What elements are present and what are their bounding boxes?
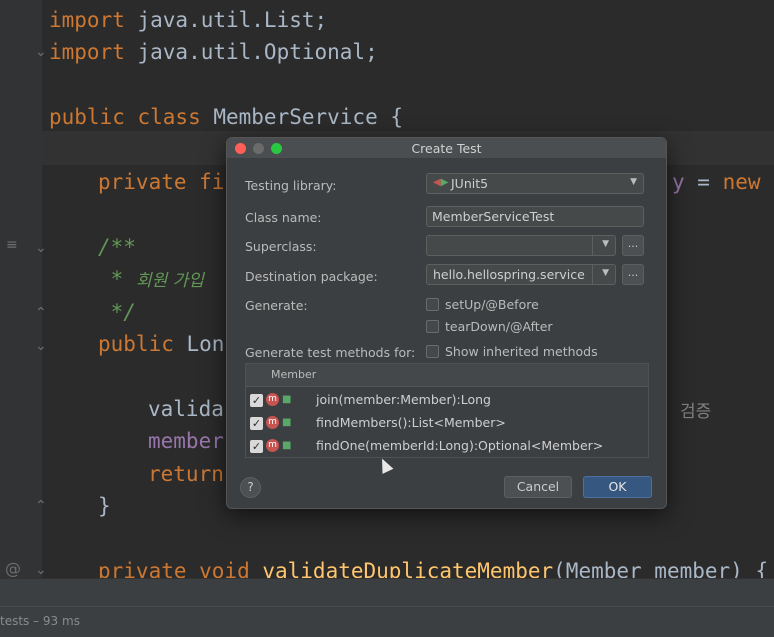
cancel-button[interactable]: Cancel — [504, 476, 572, 498]
code-text: (Member member) { — [553, 559, 769, 578]
code-line: return — [148, 462, 224, 486]
code-line: import java.util.List; — [49, 7, 327, 33]
code-line: member — [148, 429, 224, 453]
fold-icon[interactable]: ⌃ — [35, 305, 47, 321]
destination-package-value: hello.hellospring.service — [433, 267, 585, 282]
destination-package-select[interactable]: hello.hellospring.service ▼ — [426, 264, 616, 285]
table-row[interactable]: ✓ m ■ findOne(memberId:Long):Optional<Me… — [246, 435, 648, 458]
fold-icon[interactable]: ⌄ — [35, 338, 47, 354]
dialog-title: Create Test — [411, 141, 482, 156]
code-line: private fi — [98, 169, 224, 195]
code-line: valida — [148, 397, 224, 421]
divider — [592, 236, 593, 255]
class-name-field[interactable]: MemberServiceTest — [426, 206, 644, 227]
code-line: public Lon — [98, 331, 224, 357]
field-text: y — [672, 170, 685, 194]
tool-window-bar — [0, 578, 774, 607]
table-row[interactable]: ✓ m ■ findMembers():List<Member> — [246, 412, 648, 435]
chevron-down-icon: ▼ — [630, 177, 637, 187]
setup-checkbox[interactable] — [426, 298, 439, 311]
method-name: findOne(memberId:Long):Optional<Member> — [316, 438, 604, 453]
status-bar: tests – 93 ms — [0, 606, 774, 637]
help-button[interactable]: ? — [240, 477, 261, 498]
code-text: java.util.Optional; — [124, 40, 378, 64]
chevron-down-icon: ▼ — [602, 239, 609, 249]
method-icon: m — [266, 416, 279, 429]
code-line: } — [98, 494, 111, 518]
comment-korean: 회원 가입 — [135, 271, 204, 291]
code-text: { — [377, 105, 404, 129]
structure-icon: ≡ — [6, 237, 18, 253]
superclass-select[interactable]: ▼ — [426, 235, 616, 256]
column-header-member: Member — [271, 368, 317, 381]
code-text: = — [684, 170, 723, 194]
comment-text: * — [98, 267, 136, 291]
fold-icon[interactable]: ⌃ — [35, 498, 47, 514]
code-line: public class MemberService { — [49, 104, 403, 130]
methods-table: Member ✓ m ■ join(member:Member):Long ✓ … — [245, 363, 649, 458]
testing-library-label: Testing library: — [245, 178, 337, 193]
keyword: import — [49, 8, 125, 32]
show-inherited-label[interactable]: Show inherited methods — [445, 344, 598, 359]
junit-icon: ◀▶ — [433, 177, 449, 188]
code-text: Lon — [173, 332, 225, 356]
superclass-label: Superclass: — [245, 239, 317, 254]
method-icon: m — [266, 439, 279, 452]
public-lock-icon: ■ — [282, 417, 292, 428]
comment-korean: 검증 — [680, 402, 712, 422]
method-checkbox[interactable]: ✓ — [250, 440, 263, 453]
generate-label: Generate: — [245, 298, 308, 313]
ok-button[interactable]: OK — [583, 476, 652, 498]
method-checkbox[interactable]: ✓ — [250, 417, 263, 430]
create-test-dialog: Create Test Testing library: ◀▶ JUnit5 ▼… — [226, 137, 667, 509]
code-line: private void validateDuplicateMember(Mem… — [98, 558, 768, 578]
test-status[interactable]: tests – 93 ms — [0, 614, 80, 628]
editor-gutter: ⌄ ≡ ⌄ ⌃ ⌄ ⌃ @ ⌄ — [0, 0, 47, 578]
teardown-label[interactable]: tearDown/@After — [445, 319, 553, 334]
code-text: java.util.List; — [124, 8, 328, 32]
comment-line: */ — [98, 300, 136, 324]
keyword: private void — [98, 559, 250, 578]
code-line-tail: y = new M — [672, 169, 774, 195]
show-inherited-checkbox[interactable] — [426, 345, 439, 358]
fold-icon[interactable]: ⌄ — [35, 240, 47, 256]
table-header[interactable]: Member — [246, 364, 648, 387]
keyword: private fi — [98, 170, 225, 194]
teardown-checkbox[interactable] — [426, 320, 439, 333]
divider — [592, 265, 593, 284]
method-name: join(member:Member):Long — [316, 392, 491, 407]
browse-package-button[interactable]: ... — [622, 264, 644, 285]
chevron-down-icon: ▼ — [602, 268, 609, 278]
table-row[interactable]: ✓ m ■ join(member:Member):Long — [246, 389, 648, 412]
destination-package-label: Destination package: — [245, 269, 378, 284]
fold-icon[interactable]: ⌄ — [35, 562, 47, 578]
setup-label[interactable]: setUp/@Before — [445, 297, 539, 312]
dialog-titlebar[interactable]: Create Test — [227, 138, 666, 158]
comment-line: /** — [98, 235, 136, 259]
public-lock-icon: ■ — [282, 440, 292, 451]
class-name-label: Class name: — [245, 210, 322, 225]
keyword: public — [98, 332, 174, 356]
keyword: import — [49, 40, 125, 64]
method-icon: m — [266, 393, 279, 406]
method-name: findMembers():List<Member> — [316, 415, 506, 430]
public-lock-icon: ■ — [282, 394, 292, 405]
generate-methods-label: Generate test methods for: — [245, 345, 416, 360]
testing-library-select[interactable]: ◀▶ JUnit5 ▼ — [426, 173, 644, 194]
method-checkbox[interactable]: ✓ — [250, 394, 263, 407]
class-name-value: MemberServiceTest — [432, 209, 555, 224]
code-text: M — [761, 170, 774, 194]
annotation-icon: @ — [5, 559, 21, 578]
code-line: import java.util.Optional; — [49, 39, 378, 65]
testing-library-value: JUnit5 — [451, 176, 489, 191]
class-name: MemberService — [200, 105, 378, 129]
fold-icon[interactable]: ⌄ — [35, 44, 47, 60]
keyword: new — [722, 170, 761, 194]
browse-superclass-button[interactable]: ... — [622, 235, 644, 256]
method-name: validateDuplicateMember — [249, 559, 554, 578]
comment-line: * 회원 가입 — [98, 266, 204, 294]
keyword: public class — [49, 105, 201, 129]
